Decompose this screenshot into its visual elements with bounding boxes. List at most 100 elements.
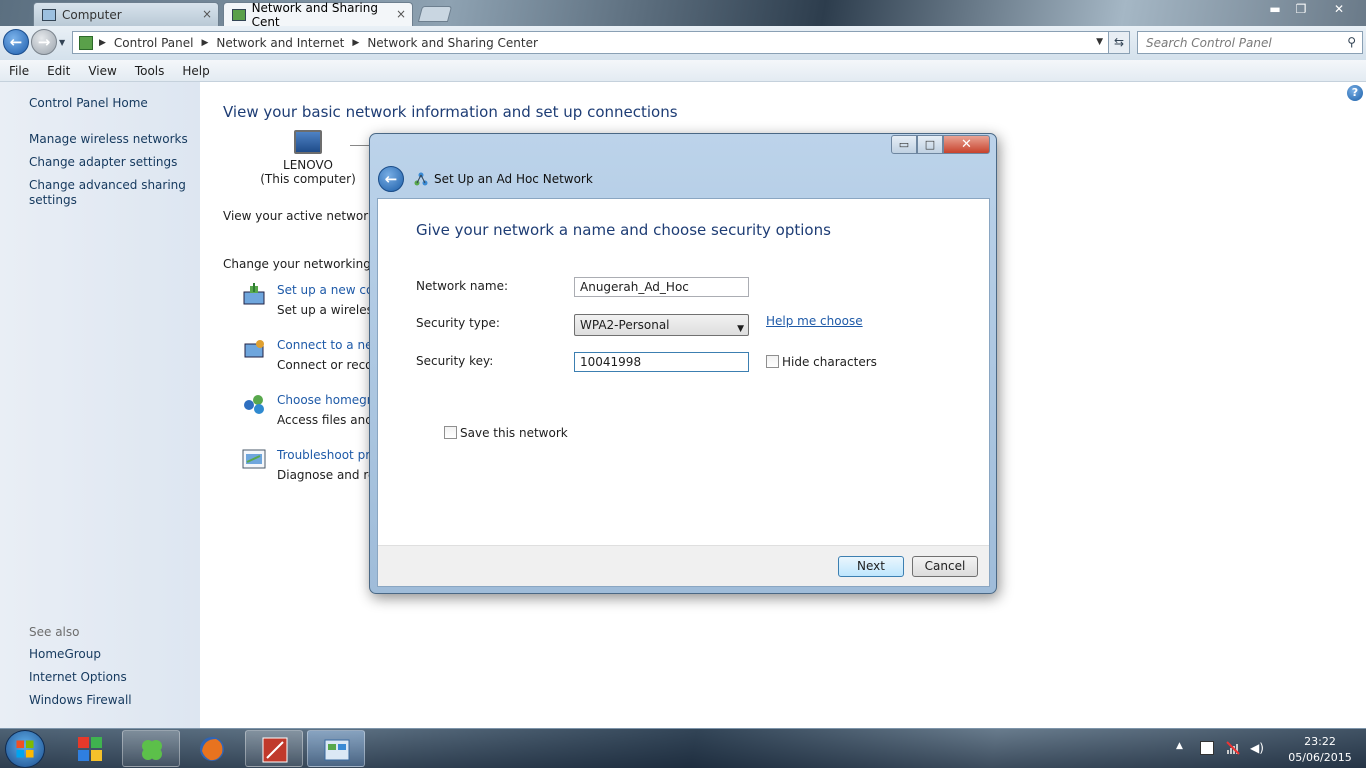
see-also-heading: See also bbox=[29, 625, 80, 639]
close-button[interactable]: ✕ bbox=[1326, 0, 1352, 18]
firefox-icon bbox=[200, 737, 224, 761]
volume-icon[interactable]: ◀) bbox=[1250, 741, 1264, 755]
computer-sub: (This computer) bbox=[260, 172, 356, 186]
troubleshoot-icon bbox=[242, 449, 266, 469]
clover-icon bbox=[142, 740, 162, 760]
taskbar-app-1[interactable] bbox=[61, 730, 119, 767]
tab-network-sharing-label: Network and Sharing Cent bbox=[251, 0, 378, 29]
task-homegroup-link[interactable]: Choose homegro bbox=[277, 393, 379, 407]
breadcrumb-control-panel[interactable]: Control Panel bbox=[114, 36, 194, 50]
task-connect-desc: Connect or recon bbox=[277, 358, 381, 372]
menu-view[interactable]: View bbox=[79, 64, 125, 78]
sidebar-control-panel-home[interactable]: Control Panel Home bbox=[29, 96, 189, 111]
computer-icon bbox=[294, 130, 322, 154]
taskbar-app-red[interactable] bbox=[245, 730, 303, 767]
network-setup-icon bbox=[243, 283, 265, 305]
arrow-right-icon: → bbox=[37, 33, 51, 51]
control-panel-icon bbox=[79, 35, 93, 50]
sidebar-homegroup[interactable]: HomeGroup bbox=[29, 647, 189, 662]
sidebar-advanced-sharing[interactable]: Change advanced sharing settings bbox=[29, 178, 189, 208]
show-hidden-icons-button[interactable]: ▲ bbox=[1176, 741, 1183, 751]
breadcrumb-separator-icon: ▶ bbox=[352, 37, 360, 48]
sidebar-adapter-settings[interactable]: Change adapter settings bbox=[29, 155, 189, 170]
connect-network-icon bbox=[244, 340, 264, 358]
dialog-maximize-button[interactable]: □ bbox=[917, 135, 943, 154]
control-panel-icon bbox=[232, 8, 246, 21]
title-bar: Computer × Network and Sharing Cent × ▬ … bbox=[0, 0, 1366, 29]
active-networks-heading: View your active networks bbox=[223, 209, 382, 223]
task-troubleshoot-desc: Diagnose and rep bbox=[277, 468, 384, 482]
breadcrumb-separator-icon: ▶ bbox=[201, 37, 209, 48]
navigation-bar: ← → ▼ ▶ Control Panel ▶ Network and Inte… bbox=[0, 26, 1366, 60]
adhoc-network-icon bbox=[414, 172, 428, 186]
hide-characters-checkbox[interactable] bbox=[766, 355, 779, 368]
sidebar-windows-firewall[interactable]: Windows Firewall bbox=[29, 693, 189, 708]
device-icon[interactable] bbox=[1200, 741, 1214, 755]
tab-computer[interactable]: Computer × bbox=[33, 2, 219, 26]
arrow-left-icon: ← bbox=[384, 170, 398, 188]
security-type-value: WPA2-Personal bbox=[580, 318, 670, 332]
task-troubleshoot-link[interactable]: Troubleshoot pro bbox=[277, 448, 377, 462]
sidebar-internet-options[interactable]: Internet Options bbox=[29, 670, 189, 685]
clock-time: 23:22 bbox=[1304, 735, 1336, 748]
breadcrumb-separator-icon: ▶ bbox=[99, 37, 106, 48]
menu-help[interactable]: Help bbox=[173, 64, 218, 78]
menu-tools[interactable]: Tools bbox=[126, 64, 174, 78]
computer-icon bbox=[42, 8, 56, 21]
dialog-body: Give your network a name and choose secu… bbox=[377, 198, 990, 587]
dialog-back-button[interactable]: ← bbox=[378, 166, 404, 192]
help-me-choose-link[interactable]: Help me choose bbox=[766, 314, 863, 328]
control-panel-icon bbox=[324, 739, 350, 761]
new-tab-button[interactable] bbox=[417, 6, 453, 22]
menu-bar: File Edit View Tools Help bbox=[0, 60, 1366, 82]
dialog-close-button[interactable]: ✕ bbox=[943, 135, 990, 154]
tab-computer-label: Computer bbox=[62, 7, 122, 22]
next-button[interactable]: Next bbox=[838, 556, 904, 577]
refresh-icon[interactable]: ⇆ bbox=[1108, 31, 1130, 54]
menu-file[interactable]: File bbox=[0, 64, 38, 78]
adhoc-dialog: ▭ □ ✕ ← Set Up an Ad Hoc Network Give yo… bbox=[369, 133, 997, 594]
back-button[interactable]: ← bbox=[3, 29, 29, 55]
network-name-field[interactable]: Anugerah_Ad_Hoc bbox=[574, 277, 749, 297]
dialog-minimize-button[interactable]: ▭ bbox=[891, 135, 917, 154]
windows-flag-app-icon bbox=[78, 737, 102, 761]
computer-name: LENOVO bbox=[283, 158, 333, 172]
minimize-button[interactable]: ▬ bbox=[1262, 0, 1288, 18]
breadcrumb-network-internet[interactable]: Network and Internet bbox=[216, 36, 344, 50]
network-status-icon[interactable] bbox=[1226, 741, 1240, 755]
save-network-label: Save this network bbox=[460, 426, 568, 440]
address-bar[interactable]: ▶ Control Panel ▶ Network and Internet ▶… bbox=[72, 31, 1130, 54]
sidebar-manage-wireless[interactable]: Manage wireless networks bbox=[29, 132, 189, 147]
security-key-field[interactable]: 10041998 bbox=[574, 352, 749, 372]
network-name-label: Network name: bbox=[416, 279, 508, 293]
security-key-label: Security key: bbox=[416, 354, 494, 368]
tab-network-sharing[interactable]: Network and Sharing Cent × bbox=[223, 0, 413, 29]
restore-button[interactable]: ❐ bbox=[1288, 0, 1314, 18]
search-icon[interactable]: ⚲ bbox=[1347, 35, 1356, 49]
taskbar-firefox[interactable] bbox=[183, 730, 241, 767]
recent-pages-icon[interactable]: ▼ bbox=[59, 38, 65, 47]
forward-button[interactable]: → bbox=[31, 29, 57, 55]
security-type-select[interactable]: WPA2-Personal ▼ bbox=[574, 314, 749, 336]
help-icon[interactable]: ? bbox=[1347, 85, 1363, 101]
clock-date: 05/06/2015 bbox=[1288, 751, 1352, 764]
chevron-down-icon[interactable]: ▼ bbox=[1096, 37, 1103, 47]
tab-close-icon[interactable]: × bbox=[396, 7, 406, 21]
start-button[interactable] bbox=[5, 730, 45, 768]
task-setup-desc: Set up a wireless, bbox=[277, 303, 383, 317]
save-network-checkbox[interactable] bbox=[444, 426, 457, 439]
menu-edit[interactable]: Edit bbox=[38, 64, 79, 78]
breadcrumb-network-sharing[interactable]: Network and Sharing Center bbox=[367, 36, 538, 50]
network-line bbox=[350, 145, 370, 146]
taskbar-control-panel[interactable] bbox=[307, 730, 365, 767]
sidebar: Control Panel Home Manage wireless netwo… bbox=[0, 82, 200, 728]
homegroup-icon bbox=[244, 395, 264, 414]
clock[interactable]: 23:22 05/06/2015 bbox=[1280, 734, 1360, 766]
tab-close-icon[interactable]: × bbox=[202, 7, 212, 21]
taskbar-app-clover[interactable] bbox=[122, 730, 180, 767]
change-settings-heading: Change your networking se bbox=[223, 257, 389, 271]
red-app-icon bbox=[262, 737, 288, 763]
cancel-button[interactable]: Cancel bbox=[912, 556, 978, 577]
search-placeholder: Search Control Panel bbox=[1146, 35, 1272, 50]
search-input[interactable]: Search Control Panel ⚲ bbox=[1137, 31, 1363, 54]
